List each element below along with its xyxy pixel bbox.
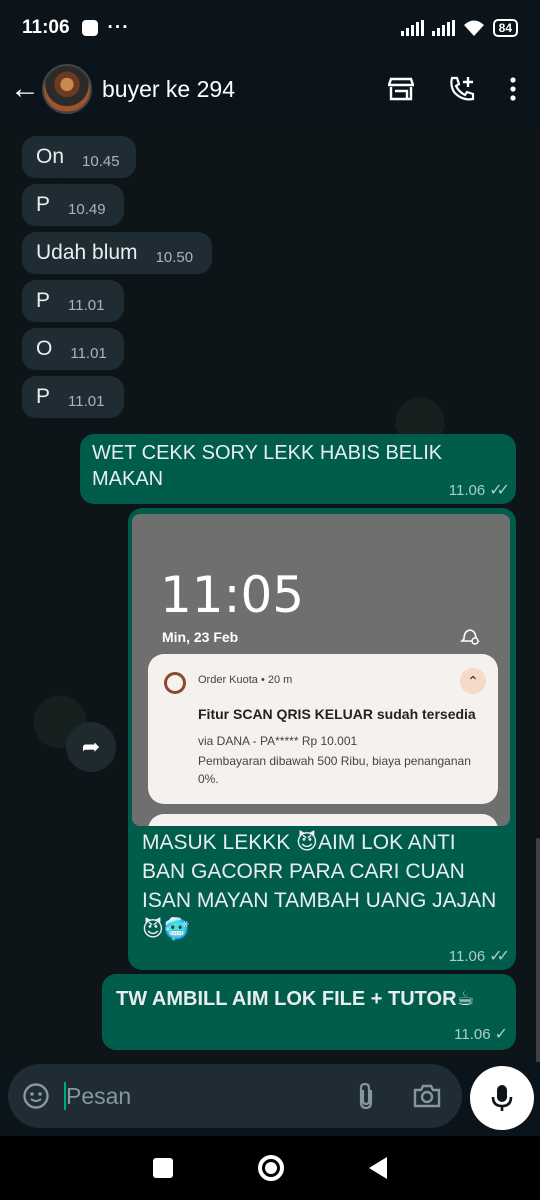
- message-text: P: [36, 289, 51, 312]
- message-incoming[interactable]: P 11.01: [22, 376, 124, 418]
- more-options-icon[interactable]: [510, 77, 516, 101]
- signal-icon-2: [431, 20, 455, 36]
- chat-header: ← buyer ke 294: [0, 56, 540, 122]
- avatar[interactable]: [42, 64, 92, 114]
- screenshot-clock: 11:05: [160, 566, 305, 624]
- message-input-bar[interactable]: Pesan: [8, 1064, 462, 1128]
- message-time: 11.01: [68, 393, 105, 410]
- wifi-icon: [463, 20, 484, 36]
- image-attachment[interactable]: 11:05 Min, 23 Feb Order Kuota • 20 m ⌃ F…: [132, 514, 510, 826]
- message-time: 11.01: [70, 345, 107, 362]
- mic-icon: [491, 1085, 513, 1111]
- message-text: Udah blum: [36, 241, 138, 264]
- signal-icon: [400, 20, 424, 36]
- double-check-icon: ✓✓: [489, 948, 510, 965]
- message-time: 11.01: [68, 297, 105, 314]
- message-text: WET CEKK SORY LEKK HABIS BELIK MAKAN: [92, 442, 443, 490]
- message-text: O: [36, 337, 53, 360]
- sticker-icon[interactable]: [22, 1082, 50, 1110]
- message-outgoing-image[interactable]: 11:05 Min, 23 Feb Order Kuota • 20 m ⌃ F…: [128, 508, 516, 970]
- message-input[interactable]: Pesan: [66, 1083, 131, 1110]
- attach-icon[interactable]: [356, 1081, 376, 1111]
- back-arrow-icon[interactable]: ←: [10, 72, 40, 106]
- system-nav-bar: [0, 1136, 540, 1200]
- back-button[interactable]: [369, 1157, 388, 1179]
- double-check-icon: ✓✓: [489, 482, 510, 499]
- notification-app: Order Kuota • 20 m: [198, 674, 293, 686]
- voice-record-button[interactable]: [470, 1066, 534, 1130]
- scrollbar[interactable]: [536, 838, 540, 1062]
- notification-line: Pembayaran dibawah 500 Ribu, biaya penan…: [198, 754, 471, 786]
- message-text: P: [36, 193, 51, 216]
- message-incoming[interactable]: On 10.45: [22, 136, 136, 178]
- message-time: 11.06: [448, 947, 486, 965]
- message-incoming[interactable]: Udah blum 10.50: [22, 232, 212, 274]
- message-incoming[interactable]: O 11.01: [22, 328, 124, 370]
- app-icon: [164, 672, 186, 694]
- message-outgoing[interactable]: TW AMBILL AIM LOK FILE + TUTOR☕ 11.06 ✓: [102, 974, 516, 1050]
- notification-card: Order Kuota • 20 m ⌃ Fitur SCAN QRIS KEL…: [148, 654, 498, 804]
- chevron-up-icon: ⌃: [460, 668, 486, 694]
- message-time: 11.06: [454, 1025, 491, 1043]
- check-icon: ✓: [494, 1026, 509, 1043]
- message-time: 10.50: [155, 249, 194, 266]
- message-incoming[interactable]: P 11.01: [22, 280, 124, 322]
- notification-line: via DANA - PA***** Rp 10.001: [198, 734, 358, 748]
- status-bar: 11:06 ··· 84: [0, 0, 540, 56]
- recents-button[interactable]: [152, 1158, 173, 1178]
- message-text: P: [36, 385, 51, 408]
- message-text: TW AMBILL AIM LOK FILE + TUTOR☕: [116, 988, 475, 1010]
- message-outgoing[interactable]: WET CEKK SORY LEKK HABIS BELIK MAKAN 11.…: [80, 434, 516, 504]
- camera-icon[interactable]: [412, 1083, 442, 1109]
- message-text: On: [36, 145, 65, 168]
- add-call-icon[interactable]: [448, 75, 476, 103]
- message-text: MASUK LEKKK 😈AIM LOK ANTI BAN GACORR PAR…: [142, 831, 497, 941]
- chat-area[interactable]: On 10.45 P 10.49 Udah blum 10.50 P 11.01…: [0, 122, 540, 1062]
- status-time: 11:06: [22, 17, 70, 38]
- store-icon[interactable]: [388, 77, 414, 101]
- notification-icon: [81, 20, 98, 36]
- message-time: 11.06: [448, 481, 486, 499]
- more-notifications-icon: ···: [107, 17, 130, 38]
- notification-card-partial: [148, 814, 498, 826]
- alarm-icon: [460, 629, 480, 645]
- home-button[interactable]: [257, 1155, 284, 1181]
- message-time: 10.45: [82, 153, 120, 170]
- notification-title: Fitur SCAN QRIS KELUAR sudah tersedia: [198, 706, 476, 722]
- message-time: 10.49: [68, 201, 106, 218]
- forward-icon[interactable]: ➦: [66, 722, 116, 772]
- battery-icon: 84: [492, 19, 518, 37]
- contact-name[interactable]: buyer ke 294: [102, 76, 235, 103]
- message-incoming[interactable]: P 10.49: [22, 184, 124, 226]
- screenshot-date: Min, 23 Feb: [162, 629, 239, 645]
